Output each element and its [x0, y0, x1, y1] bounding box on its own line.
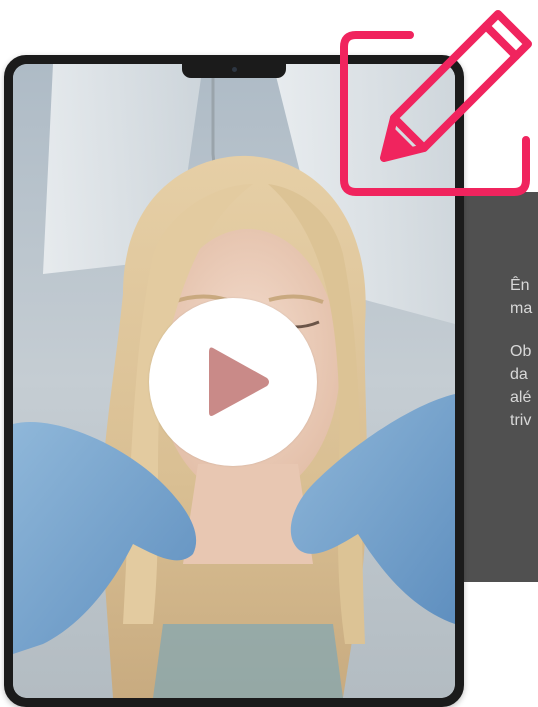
camera-icon [232, 67, 237, 72]
text-line: ma [510, 300, 533, 317]
text-line: triv [510, 412, 532, 429]
text-line: Ob [510, 343, 532, 360]
description-paragraph-1: Ên ma [510, 274, 538, 320]
camera-notch [182, 64, 286, 78]
description-paragraph-2: Ob da alé triv [510, 340, 538, 432]
text-line: Ên [510, 277, 530, 294]
pencil-icon [340, 10, 532, 196]
page: Ên ma Ob da alé triv [0, 0, 538, 707]
play-icon [209, 347, 269, 416]
text-line: alé [510, 389, 532, 406]
play-button[interactable] [149, 298, 317, 466]
text-line: da [510, 366, 528, 383]
edit-button[interactable] [338, 0, 538, 200]
